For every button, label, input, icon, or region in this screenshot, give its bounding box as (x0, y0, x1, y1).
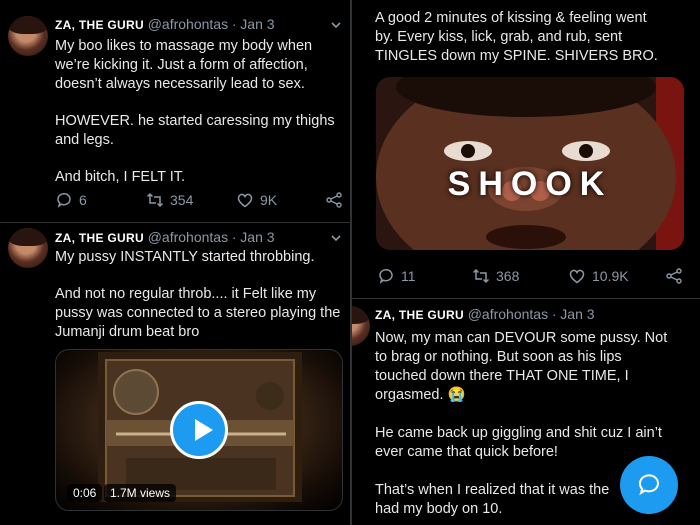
text-line: Now, my man can DEVOUR some pussy. Not (375, 330, 668, 346)
tweet-text: My pussy INSTANTLY started throbbing. An… (55, 248, 347, 342)
text-gap (55, 267, 347, 285)
chevron-down-icon[interactable] (329, 231, 343, 245)
text-line: HOWEVER. he started caressing my thighs (55, 113, 335, 129)
tweet-date[interactable]: Jan 3 (240, 229, 274, 245)
like-button[interactable]: 9K (236, 191, 277, 209)
tweet-header: ZA, THE GURU @afrohontas · Jan 3 (375, 306, 595, 322)
text-line: to brag or nothing. But soon as his lips (375, 349, 622, 365)
reply-icon (639, 474, 659, 496)
text-line: He came back up giggling and shit cuz I … (375, 425, 662, 441)
reply-count: 11 (401, 268, 416, 284)
share-icon (666, 268, 682, 284)
tweet-header: ZA, THE GURU @afrohontas · Jan 3 (55, 16, 275, 32)
avatar[interactable] (8, 16, 48, 56)
retweet-icon (146, 192, 164, 208)
text-gap (375, 405, 697, 424)
reply-count: 6 (79, 192, 87, 208)
retweet-button[interactable]: 368 (472, 267, 519, 285)
user-handle[interactable]: @afrohontas (148, 229, 228, 245)
retweet-button[interactable]: 354 (146, 191, 193, 209)
display-name[interactable]: ZA, THE GURU (375, 308, 464, 322)
user-handle[interactable]: @afrohontas (148, 16, 228, 32)
reply-button[interactable]: 6 (55, 191, 87, 209)
separator-dot: · (551, 306, 557, 322)
text-line: And bitch, I FELT IT. (55, 169, 186, 185)
text-line: by. Every kiss, lick, grab, and rub, sen… (375, 29, 623, 45)
text-gap (55, 94, 345, 112)
retweet-icon (472, 268, 490, 284)
reply-icon (379, 268, 393, 284)
shook-meme-image[interactable]: SHOOK (376, 77, 684, 250)
separator-dot: · (231, 16, 237, 32)
compose-reply-button[interactable] (620, 456, 678, 514)
avatar[interactable] (8, 228, 48, 268)
play-button[interactable] (170, 401, 228, 459)
text-line: My boo likes to massage my body when (55, 38, 313, 54)
like-count: 10.9K (592, 268, 629, 284)
text-line: touched down there THAT ONE TIME, I (375, 368, 629, 384)
text-line: and legs. (55, 132, 114, 148)
divider (352, 298, 700, 299)
reply-button[interactable]: 11 (377, 267, 416, 285)
text-line: A good 2 minutes of kissing & feeling we… (375, 10, 647, 26)
text-line: TINGLES down my SPINE. SHIVERS BRO. (375, 48, 658, 64)
share-icon (326, 192, 342, 208)
tweet-text: My boo likes to massage my body when we’… (55, 37, 345, 187)
tweet-date[interactable]: Jan 3 (560, 306, 594, 322)
avatar[interactable] (352, 306, 370, 346)
tweet-header: ZA, THE GURU @afrohontas · Jan 3 (55, 229, 275, 245)
video-views: 1.7M views (104, 484, 177, 502)
share-button[interactable] (665, 267, 683, 285)
chevron-down-icon[interactable] (329, 18, 343, 32)
display-name[interactable]: ZA, THE GURU (55, 231, 144, 245)
text-line: My pussy INSTANTLY started throbbing. (55, 249, 315, 265)
retweet-count: 368 (496, 268, 520, 284)
right-panel: A good 2 minutes of kissing & feeling we… (352, 0, 700, 525)
share-button[interactable] (325, 191, 343, 209)
left-panel: ZA, THE GURU @afrohontas · Jan 3 My boo … (0, 0, 350, 525)
image-caption: SHOOK (447, 165, 613, 203)
text-line: orgasmed. 😭 (375, 387, 466, 403)
tweet-text: A good 2 minutes of kissing & feeling we… (375, 9, 695, 66)
text-line: doesn’t always necessarily lead to sex. (55, 76, 305, 92)
like-button[interactable]: 10.9K (568, 267, 629, 285)
video-duration: 0:06 (67, 484, 103, 502)
tweet-date[interactable]: Jan 3 (240, 16, 274, 32)
retweet-count: 354 (170, 192, 194, 208)
heart-icon (237, 193, 253, 208)
text-line: And not no regular throb.... it Felt lik… (55, 286, 317, 302)
reply-icon (57, 192, 71, 208)
screenshot-collage: ZA, THE GURU @afrohontas · Jan 3 My boo … (0, 0, 700, 525)
heart-icon (569, 269, 585, 284)
text-gap (55, 150, 345, 168)
video-player[interactable]: 0:06 1.7M views (55, 349, 343, 511)
text-line: we’re kicking it. Just a form of affecti… (55, 57, 308, 73)
user-handle[interactable]: @afrohontas (468, 306, 548, 322)
divider (0, 222, 350, 223)
like-count: 9K (260, 192, 278, 208)
face-image (376, 77, 684, 250)
separator-dot: · (231, 229, 237, 245)
display-name[interactable]: ZA, THE GURU (55, 18, 144, 32)
text-line: Jumanji drum beat bro (55, 324, 200, 340)
text-line: pussy was connected to a stereo playing … (55, 305, 341, 321)
